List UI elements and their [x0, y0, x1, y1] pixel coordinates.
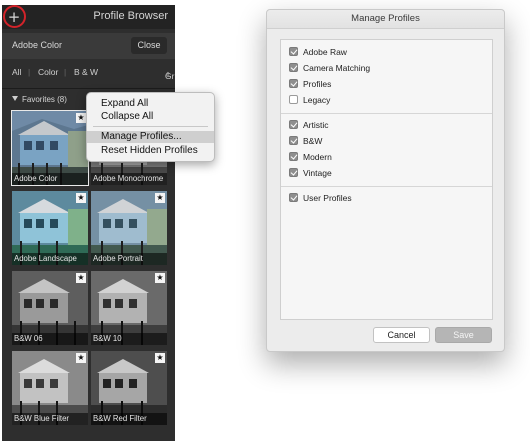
- checkbox-checked-icon: [289, 63, 298, 72]
- checkbox-checked-icon: [289, 152, 298, 161]
- panel-header: + Profile Browser: [2, 5, 175, 29]
- thumbnail-label: B&W Blue Filter: [12, 413, 88, 425]
- save-button[interactable]: Save: [435, 327, 492, 343]
- menu-item-reset-hidden-profiles[interactable]: Reset Hidden Profiles: [87, 145, 214, 157]
- profile-thumbnail[interactable]: ★ B&W Blue Filter: [12, 351, 88, 425]
- filter-bar: All | Color | B & W Grid ⇕: [2, 63, 175, 83]
- profile-thumbnail[interactable]: ★ Adobe Landscape: [12, 191, 88, 265]
- checkbox-label: Modern: [303, 152, 332, 162]
- checkbox-legacy[interactable]: Legacy: [289, 95, 330, 107]
- checkbox-bw[interactable]: B&W: [289, 136, 322, 148]
- cancel-button[interactable]: Cancel: [373, 327, 430, 343]
- disclosure-triangle-icon: [12, 96, 18, 101]
- divider: [2, 88, 175, 89]
- menu-item-manage-profiles[interactable]: Manage Profiles...: [87, 131, 214, 143]
- checkbox-checked-icon: [289, 193, 298, 202]
- favorite-star-icon[interactable]: ★: [155, 273, 165, 283]
- checkbox-label: Legacy: [303, 95, 331, 105]
- profile-thumbnail[interactable]: ★ B&W Red Filter: [91, 351, 167, 425]
- filter-color[interactable]: Color: [38, 67, 58, 77]
- favorite-star-icon[interactable]: ★: [76, 193, 86, 203]
- profile-thumbnail[interactable]: ★ B&W 06: [12, 271, 88, 345]
- thumbnail-label: B&W Red Filter: [91, 413, 167, 425]
- checkbox-label: B&W: [303, 136, 323, 146]
- checkbox-label: User Profiles: [303, 193, 352, 203]
- favorite-star-icon[interactable]: ★: [76, 353, 86, 363]
- context-menu: Expand All Collapse All Manage Profiles.…: [86, 92, 215, 162]
- profile-thumbnail[interactable]: ★ Adobe Portrait: [91, 191, 167, 265]
- favorite-star-icon[interactable]: ★: [76, 273, 86, 283]
- checkbox-profiles[interactable]: Profiles: [289, 79, 331, 91]
- checkbox-unchecked-icon: [289, 95, 298, 104]
- checkbox-checked-icon: [289, 168, 298, 177]
- checkbox-label: Profiles: [303, 79, 332, 89]
- list-divider: [281, 186, 492, 187]
- checkbox-artistic[interactable]: Artistic: [289, 120, 329, 132]
- profile-group-row: Adobe Color Close: [2, 33, 175, 59]
- checkbox-modern[interactable]: Modern: [289, 152, 332, 164]
- menu-separator: [93, 126, 208, 127]
- checkbox-checked-icon: [289, 47, 298, 56]
- profile-group-list: Adobe Raw Camera Matching Profiles Legac…: [280, 39, 493, 320]
- thumbnail-label: Adobe Color: [12, 173, 88, 185]
- thumbnail-label: Adobe Monochrome: [91, 173, 167, 185]
- checkbox-checked-icon: [289, 120, 298, 129]
- favorite-star-icon[interactable]: ★: [155, 193, 165, 203]
- menu-item-collapse-all[interactable]: Collapse All: [87, 111, 214, 123]
- checkbox-label: Vintage: [303, 168, 332, 178]
- menu-item-expand-all[interactable]: Expand All: [87, 98, 214, 110]
- checkbox-adobe-raw[interactable]: Adobe Raw: [289, 47, 347, 59]
- checkbox-vintage[interactable]: Vintage: [289, 168, 332, 180]
- checkbox-label: Camera Matching: [303, 63, 371, 73]
- close-button[interactable]: Close: [131, 37, 167, 54]
- current-profile-label: Adobe Color: [12, 40, 63, 50]
- favorite-star-icon[interactable]: ★: [155, 353, 165, 363]
- highlight-circle: [3, 5, 26, 28]
- manage-profiles-dialog: Manage Profiles Adobe Raw Camera Matchin…: [266, 9, 505, 352]
- checkbox-label: Adobe Raw: [303, 47, 347, 57]
- favorites-group-header[interactable]: Favorites (8): [12, 95, 67, 104]
- panel-title: Profile Browser: [93, 10, 168, 22]
- favorites-label: Favorites (8): [22, 95, 67, 104]
- updown-chevron-icon: ⇕: [165, 72, 171, 79]
- dialog-title: Manage Profiles: [267, 10, 504, 29]
- filter-separator: |: [28, 67, 31, 77]
- thumbnail-label: B&W 06: [12, 333, 88, 345]
- favorite-star-icon[interactable]: ★: [76, 113, 86, 123]
- profile-browser-panel: + Profile Browser Adobe Color Close All …: [2, 5, 175, 441]
- list-divider: [281, 113, 492, 114]
- profile-thumbnail[interactable]: ★ Adobe Color: [11, 110, 89, 186]
- filter-all[interactable]: All: [12, 67, 21, 77]
- checkbox-camera-matching[interactable]: Camera Matching: [289, 63, 370, 75]
- checkbox-checked-icon: [289, 79, 298, 88]
- thumbnail-label: B&W 10: [91, 333, 167, 345]
- checkbox-label: Artistic: [303, 120, 329, 130]
- thumbnail-label: Adobe Landscape: [12, 253, 88, 265]
- profile-thumbnail[interactable]: ★ B&W 10: [91, 271, 167, 345]
- thumbnail-label: Adobe Portrait: [91, 253, 167, 265]
- filter-separator: |: [64, 67, 67, 77]
- checkbox-user-profiles[interactable]: User Profiles: [289, 193, 352, 205]
- filter-bw[interactable]: B & W: [74, 67, 98, 77]
- checkbox-checked-icon: [289, 136, 298, 145]
